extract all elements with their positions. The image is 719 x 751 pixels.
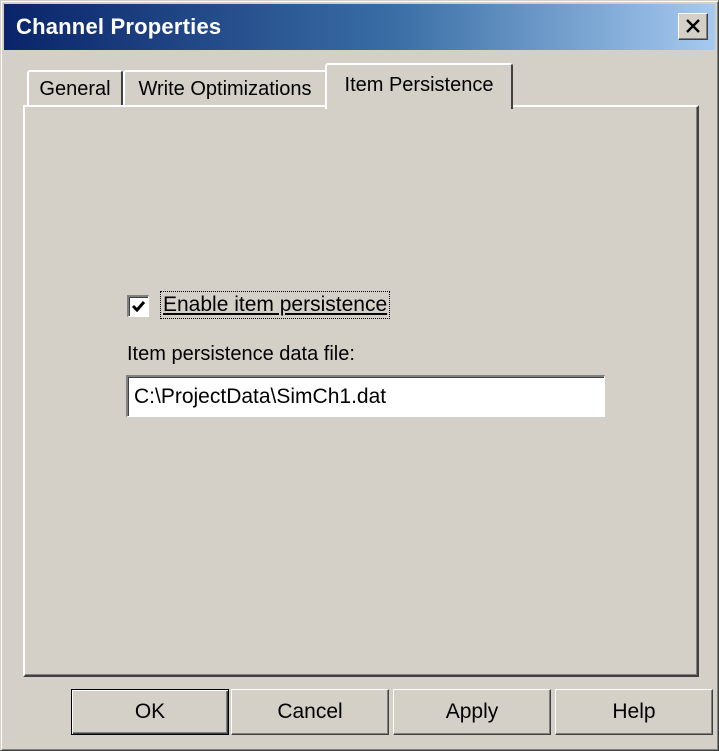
apply-button[interactable]: Apply: [393, 689, 551, 735]
enable-persistence-checkbox[interactable]: [127, 295, 149, 317]
close-button[interactable]: [678, 13, 708, 40]
tab-write-optimizations[interactable]: Write Optimizations: [123, 70, 327, 106]
cancel-button[interactable]: Cancel: [231, 689, 389, 735]
help-button[interactable]: Help: [555, 689, 713, 735]
title-bar[interactable]: Channel Properties: [4, 4, 715, 50]
tab-general-label: General: [39, 78, 111, 100]
enable-persistence-label-text: Enable item persistence: [163, 293, 388, 316]
tab-write-optimizations-label: Write Optimizations: [138, 78, 312, 100]
close-icon: [686, 19, 700, 33]
tab-general[interactable]: General: [27, 70, 123, 106]
item-persistence-panel: Enable item persistence Item persistence…: [23, 105, 699, 677]
channel-properties-dialog: Channel Properties General Write Optimiz…: [0, 0, 719, 751]
data-file-label: Item persistence data file:: [127, 343, 355, 365]
window-title: Channel Properties: [16, 14, 222, 39]
tab-item-persistence[interactable]: Item Persistence: [325, 63, 513, 109]
data-file-input[interactable]: [126, 375, 605, 417]
checkmark-icon: [131, 301, 146, 313]
ok-button[interactable]: OK: [71, 689, 229, 735]
enable-persistence-label[interactable]: Enable item persistence: [159, 291, 391, 319]
tab-item-persistence-label: Item Persistence: [344, 74, 494, 96]
